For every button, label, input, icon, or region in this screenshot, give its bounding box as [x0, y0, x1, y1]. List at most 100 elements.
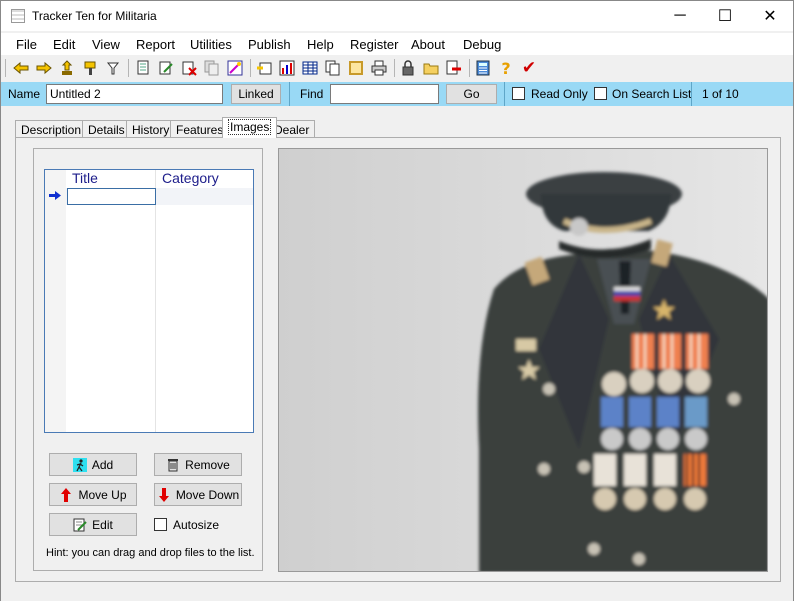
magic-icon[interactable]: [225, 58, 245, 78]
walking-man-icon: [72, 457, 87, 472]
read-only-label: Read Only: [531, 87, 588, 101]
arrow-up-icon: [59, 487, 73, 502]
delete-doc-icon[interactable]: [179, 58, 199, 78]
column-header-category[interactable]: Category: [156, 170, 253, 188]
toolbar: ? ✔: [1, 56, 793, 82]
autosize-checkbox[interactable]: [154, 518, 167, 531]
status-bar: [1, 591, 793, 601]
column-divider: [155, 170, 156, 432]
menu-edit[interactable]: Edit: [53, 37, 75, 52]
linked-button[interactable]: Linked: [231, 84, 281, 104]
tab-images-label: Images: [228, 119, 272, 135]
lift-icon[interactable]: [57, 58, 77, 78]
record-position: 1 of 10: [702, 87, 739, 101]
menu-register[interactable]: Register: [350, 37, 398, 52]
menu-file[interactable]: File: [16, 37, 37, 52]
add-label: Add: [91, 457, 114, 472]
tab-images[interactable]: Images: [222, 117, 278, 138]
arrow-left-icon[interactable]: [11, 58, 31, 78]
frame-icon[interactable]: [346, 58, 366, 78]
document-icon[interactable]: [133, 58, 153, 78]
on-search-list-checkbox[interactable]: [594, 87, 607, 100]
drag-drop-hint: Hint: you can drag and drop files to the…: [46, 547, 255, 559]
menu-view[interactable]: View: [92, 37, 120, 52]
tab-description[interactable]: Description: [15, 120, 88, 138]
record-bar: Name Linked Find Go Read Only On Search …: [1, 82, 793, 106]
check-icon[interactable]: ✔: [519, 58, 539, 78]
toolbar-separator: [128, 59, 129, 77]
menu-bar: File Edit View Report Utilities Publish …: [1, 33, 793, 55]
tab-history[interactable]: History: [126, 120, 176, 138]
minimize-icon: ─: [674, 7, 686, 24]
column-header-title[interactable]: Title: [66, 170, 155, 188]
row-indicator-column: [45, 170, 66, 432]
edit-doc-icon: [73, 518, 87, 532]
maximize-button[interactable]: ☐: [702, 1, 748, 31]
title-cell-editor[interactable]: [67, 188, 156, 205]
find-field[interactable]: [330, 84, 439, 104]
maximize-icon: ☐: [717, 8, 733, 25]
menu-about[interactable]: About: [411, 37, 445, 52]
help-icon[interactable]: ?: [496, 58, 516, 78]
go-button[interactable]: Go: [446, 84, 497, 104]
export-icon[interactable]: [444, 58, 464, 78]
name-field[interactable]: [46, 84, 223, 104]
toolbar-separator: [469, 59, 470, 77]
print-icon[interactable]: [369, 58, 389, 78]
on-search-list-label: On Search List: [612, 87, 692, 101]
import-icon[interactable]: [254, 58, 274, 78]
menu-report[interactable]: Report: [136, 37, 175, 52]
filter-icon[interactable]: [103, 58, 123, 78]
app-icon: [11, 9, 25, 23]
uniform-photo: [279, 149, 767, 571]
images-tab-panel: Title Category Add Remove Move Up Move D…: [15, 137, 781, 582]
table-icon[interactable]: [300, 58, 320, 78]
close-icon: ✕: [763, 8, 777, 25]
searchbar-separator: [289, 82, 290, 106]
paint-icon[interactable]: [80, 58, 100, 78]
app-window: Tracker Ten for Militaria ─ ☐ ✕ File Edi…: [0, 0, 794, 601]
menu-help[interactable]: Help: [307, 37, 334, 52]
edit-label: Edit: [92, 517, 113, 532]
trash-icon: [166, 458, 180, 472]
lock-icon[interactable]: [398, 58, 418, 78]
menu-publish[interactable]: Publish: [248, 37, 291, 52]
name-label: Name: [8, 87, 41, 101]
remove-image-button[interactable]: Remove: [154, 453, 242, 476]
image-preview[interactable]: [278, 148, 768, 572]
add-image-button[interactable]: Add: [49, 453, 137, 476]
pages-icon[interactable]: [323, 58, 343, 78]
calculator-icon[interactable]: [473, 58, 493, 78]
table-row[interactable]: [66, 188, 253, 205]
toolbar-separator: [394, 59, 395, 77]
close-button[interactable]: ✕: [747, 1, 793, 31]
find-label: Find: [300, 87, 324, 101]
edit-image-button[interactable]: Edit: [49, 513, 137, 536]
arrow-right-icon[interactable]: [34, 58, 54, 78]
toolbar-grip: [5, 59, 6, 77]
edit-doc-icon[interactable]: [156, 58, 176, 78]
tab-features[interactable]: Features: [170, 120, 230, 138]
chart-icon[interactable]: [277, 58, 297, 78]
menu-debug[interactable]: Debug: [463, 37, 501, 52]
current-row-arrow-icon: [49, 191, 61, 200]
minimize-button[interactable]: ─: [657, 1, 703, 31]
searchbar-separator: [504, 82, 505, 106]
move-down-label: Move Down: [175, 487, 240, 502]
images-grid[interactable]: Title Category: [44, 169, 254, 433]
autosize-label: Autosize: [173, 518, 220, 532]
tab-details[interactable]: Details: [82, 120, 131, 138]
menu-utilities[interactable]: Utilities: [190, 37, 232, 52]
folder-icon[interactable]: [421, 58, 441, 78]
read-only-checkbox[interactable]: [512, 87, 525, 100]
window-title: Tracker Ten for Militaria: [32, 9, 157, 23]
images-list-group: Title Category Add Remove Move Up Move D…: [33, 148, 263, 571]
remove-label: Remove: [185, 457, 230, 472]
move-down-button[interactable]: Move Down: [154, 483, 242, 506]
title-bar: Tracker Ten for Militaria ─ ☐ ✕: [1, 1, 793, 31]
move-up-label: Move Up: [78, 487, 127, 502]
move-up-button[interactable]: Move Up: [49, 483, 137, 506]
copy-doc-icon[interactable]: [202, 58, 222, 78]
searchbar-separator: [691, 82, 692, 106]
arrow-down-icon: [157, 487, 171, 502]
